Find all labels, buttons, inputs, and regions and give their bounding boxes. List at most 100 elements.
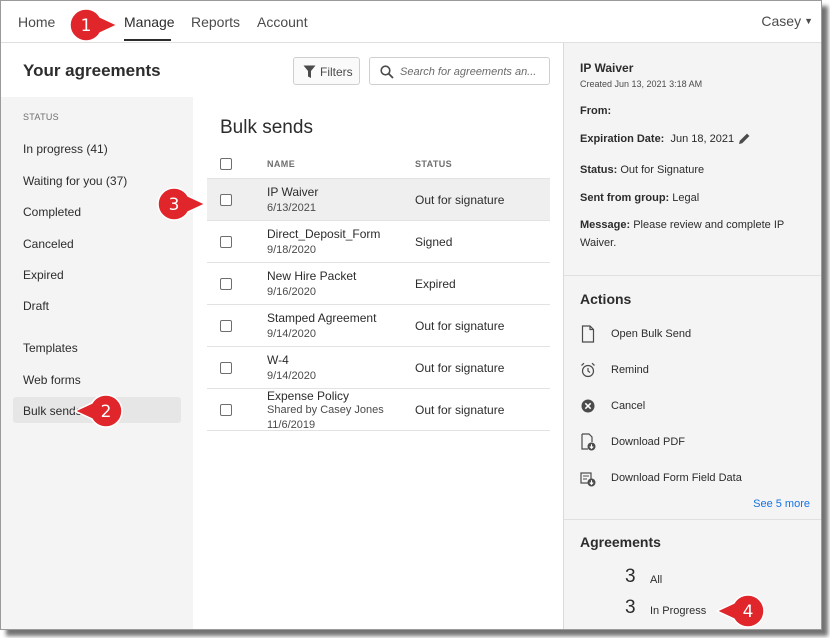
callout-marker: 4 — [715, 594, 765, 628]
column-header-status[interactable]: STATUS — [415, 159, 452, 169]
row-checkbox[interactable] — [220, 320, 232, 332]
table-row[interactable]: IP Waiver 6/13/2021 Out for signature — [207, 179, 550, 221]
active-tab-underline — [124, 39, 171, 41]
callout-marker: 2 — [73, 394, 123, 428]
action-download-pdf[interactable]: Download PDF — [580, 433, 810, 453]
action-download-form-field-data[interactable]: Download Form Field Data — [580, 469, 810, 489]
action-label: Download Form Field Data — [611, 472, 742, 484]
divider — [564, 275, 821, 276]
search-box[interactable] — [369, 57, 550, 85]
row-date: 9/14/2020 — [267, 370, 316, 382]
detail-expiration: Expiration Date: Jun 18, 2021 — [580, 133, 750, 145]
status-value: Out for Signature — [620, 164, 705, 176]
table-row[interactable]: Direct_Deposit_Form 9/18/2020 Signed — [207, 221, 550, 263]
nav-manage[interactable]: Manage — [124, 14, 175, 30]
table-row[interactable]: New Hire Packet 9/16/2020 Expired — [207, 263, 550, 305]
sidebar-item-in-progress[interactable]: In progress (41) — [23, 142, 108, 156]
detail-from: From: — [580, 105, 611, 117]
table-row[interactable]: Expense Policy Shared by Casey Jones 11/… — [207, 389, 550, 431]
cancel-circle-icon — [581, 399, 595, 413]
count-all-label[interactable]: All — [650, 574, 662, 586]
from-label: From: — [580, 105, 612, 117]
page-title: Your agreements — [23, 61, 161, 80]
action-cancel[interactable]: Cancel — [580, 397, 810, 417]
row-status: Expired — [415, 277, 456, 291]
user-menu[interactable]: Casey ▼ — [761, 13, 813, 29]
message-label: Message: — [580, 219, 631, 231]
sidebar-item-draft[interactable]: Draft — [23, 299, 49, 313]
action-label: Open Bulk Send — [611, 328, 692, 340]
callout-number: 2 — [100, 402, 112, 422]
action-label: Cancel — [611, 400, 646, 412]
detail-message-cont: Waiver. — [580, 237, 617, 249]
sidebar-item-templates[interactable]: Templates — [23, 341, 78, 355]
nav-reports[interactable]: Reports — [191, 14, 240, 30]
row-name: Stamped Agreement — [267, 311, 377, 325]
detail-status: Status: Out for Signature — [580, 164, 704, 176]
action-label: Remind — [611, 364, 649, 376]
detail-title: IP Waiver — [580, 61, 634, 75]
sidebar-item-waiting[interactable]: Waiting for you (37) — [23, 174, 127, 188]
message-line1: Please review and complete IP — [633, 219, 785, 231]
group-value: Legal — [672, 192, 700, 204]
select-all-checkbox[interactable] — [220, 158, 232, 170]
column-header-name[interactable]: NAME — [267, 159, 295, 169]
row-name: New Hire Packet — [267, 269, 357, 283]
row-status: Out for signature — [415, 403, 505, 417]
row-shared-by: Shared by Casey Jones — [267, 404, 384, 416]
action-remind[interactable]: Remind — [580, 361, 810, 381]
group-label: Sent from group: — [580, 192, 670, 204]
callout-number: 3 — [168, 195, 180, 215]
row-checkbox[interactable] — [220, 278, 232, 290]
callout-number: 1 — [80, 16, 92, 36]
table-row[interactable]: Stamped Agreement 9/14/2020 Out for sign… — [207, 305, 550, 347]
expiration-label: Expiration Date: — [580, 133, 665, 145]
row-date: 11/6/2019 — [267, 419, 316, 431]
filters-label: Filters — [320, 65, 353, 79]
expiration-value: Jun 18, 2021 — [670, 133, 735, 145]
nav-home[interactable]: Home — [18, 14, 55, 30]
row-status: Out for signature — [415, 361, 505, 375]
nav-account[interactable]: Account — [257, 14, 308, 30]
filters-button[interactable]: Filters — [293, 57, 360, 85]
row-date: 9/16/2020 — [267, 286, 316, 298]
row-checkbox[interactable] — [220, 236, 232, 248]
count-all-value: 3 — [625, 566, 636, 587]
detail-created: Created Jun 13, 2021 3:18 AM — [580, 79, 703, 89]
table-row[interactable]: W-4 9/14/2020 Out for signature — [207, 347, 550, 389]
sidebar: STATUS In progress (41) Waiting for you … — [1, 97, 193, 629]
row-checkbox[interactable] — [220, 404, 232, 416]
row-date: 9/18/2020 — [267, 244, 316, 256]
detail-panel: IP Waiver Created Jun 13, 2021 3:18 AM F… — [563, 43, 821, 629]
detail-message: Message: Please review and complete IP — [580, 219, 784, 231]
row-date: 6/13/2021 — [267, 202, 316, 214]
pencil-icon[interactable] — [738, 132, 751, 145]
count-in-progress-value: 3 — [625, 597, 636, 618]
alarm-clock-icon — [581, 362, 595, 378]
divider — [564, 519, 821, 520]
filter-icon — [303, 65, 316, 78]
row-checkbox[interactable] — [220, 362, 232, 374]
top-nav: Home Manage Reports Account Casey ▼ — [1, 1, 821, 43]
sidebar-item-canceled[interactable]: Canceled — [23, 237, 74, 251]
action-open-bulk-send[interactable]: Open Bulk Send — [580, 325, 810, 345]
row-name: W-4 — [267, 353, 289, 367]
row-status: Signed — [415, 235, 453, 249]
sidebar-item-web-forms[interactable]: Web forms — [23, 373, 81, 387]
agreements-title: Agreements — [580, 534, 661, 550]
see-more-link[interactable]: See 5 more — [753, 498, 810, 510]
row-status: Out for signature — [415, 193, 505, 207]
caret-down-icon: ▼ — [804, 16, 813, 26]
sidebar-item-expired[interactable]: Expired — [23, 268, 64, 282]
sidebar-item-completed[interactable]: Completed — [23, 205, 81, 219]
detail-group: Sent from group: Legal — [580, 192, 699, 204]
row-name: IP Waiver — [267, 185, 319, 199]
status-heading: STATUS — [23, 112, 59, 122]
callout-marker: 3 — [157, 187, 207, 221]
search-icon — [380, 65, 394, 79]
action-label: Download PDF — [611, 436, 685, 448]
callout-marker: 1 — [69, 8, 119, 42]
count-in-progress-label[interactable]: In Progress — [650, 605, 706, 617]
search-input[interactable] — [400, 63, 546, 81]
row-checkbox[interactable] — [220, 194, 232, 206]
